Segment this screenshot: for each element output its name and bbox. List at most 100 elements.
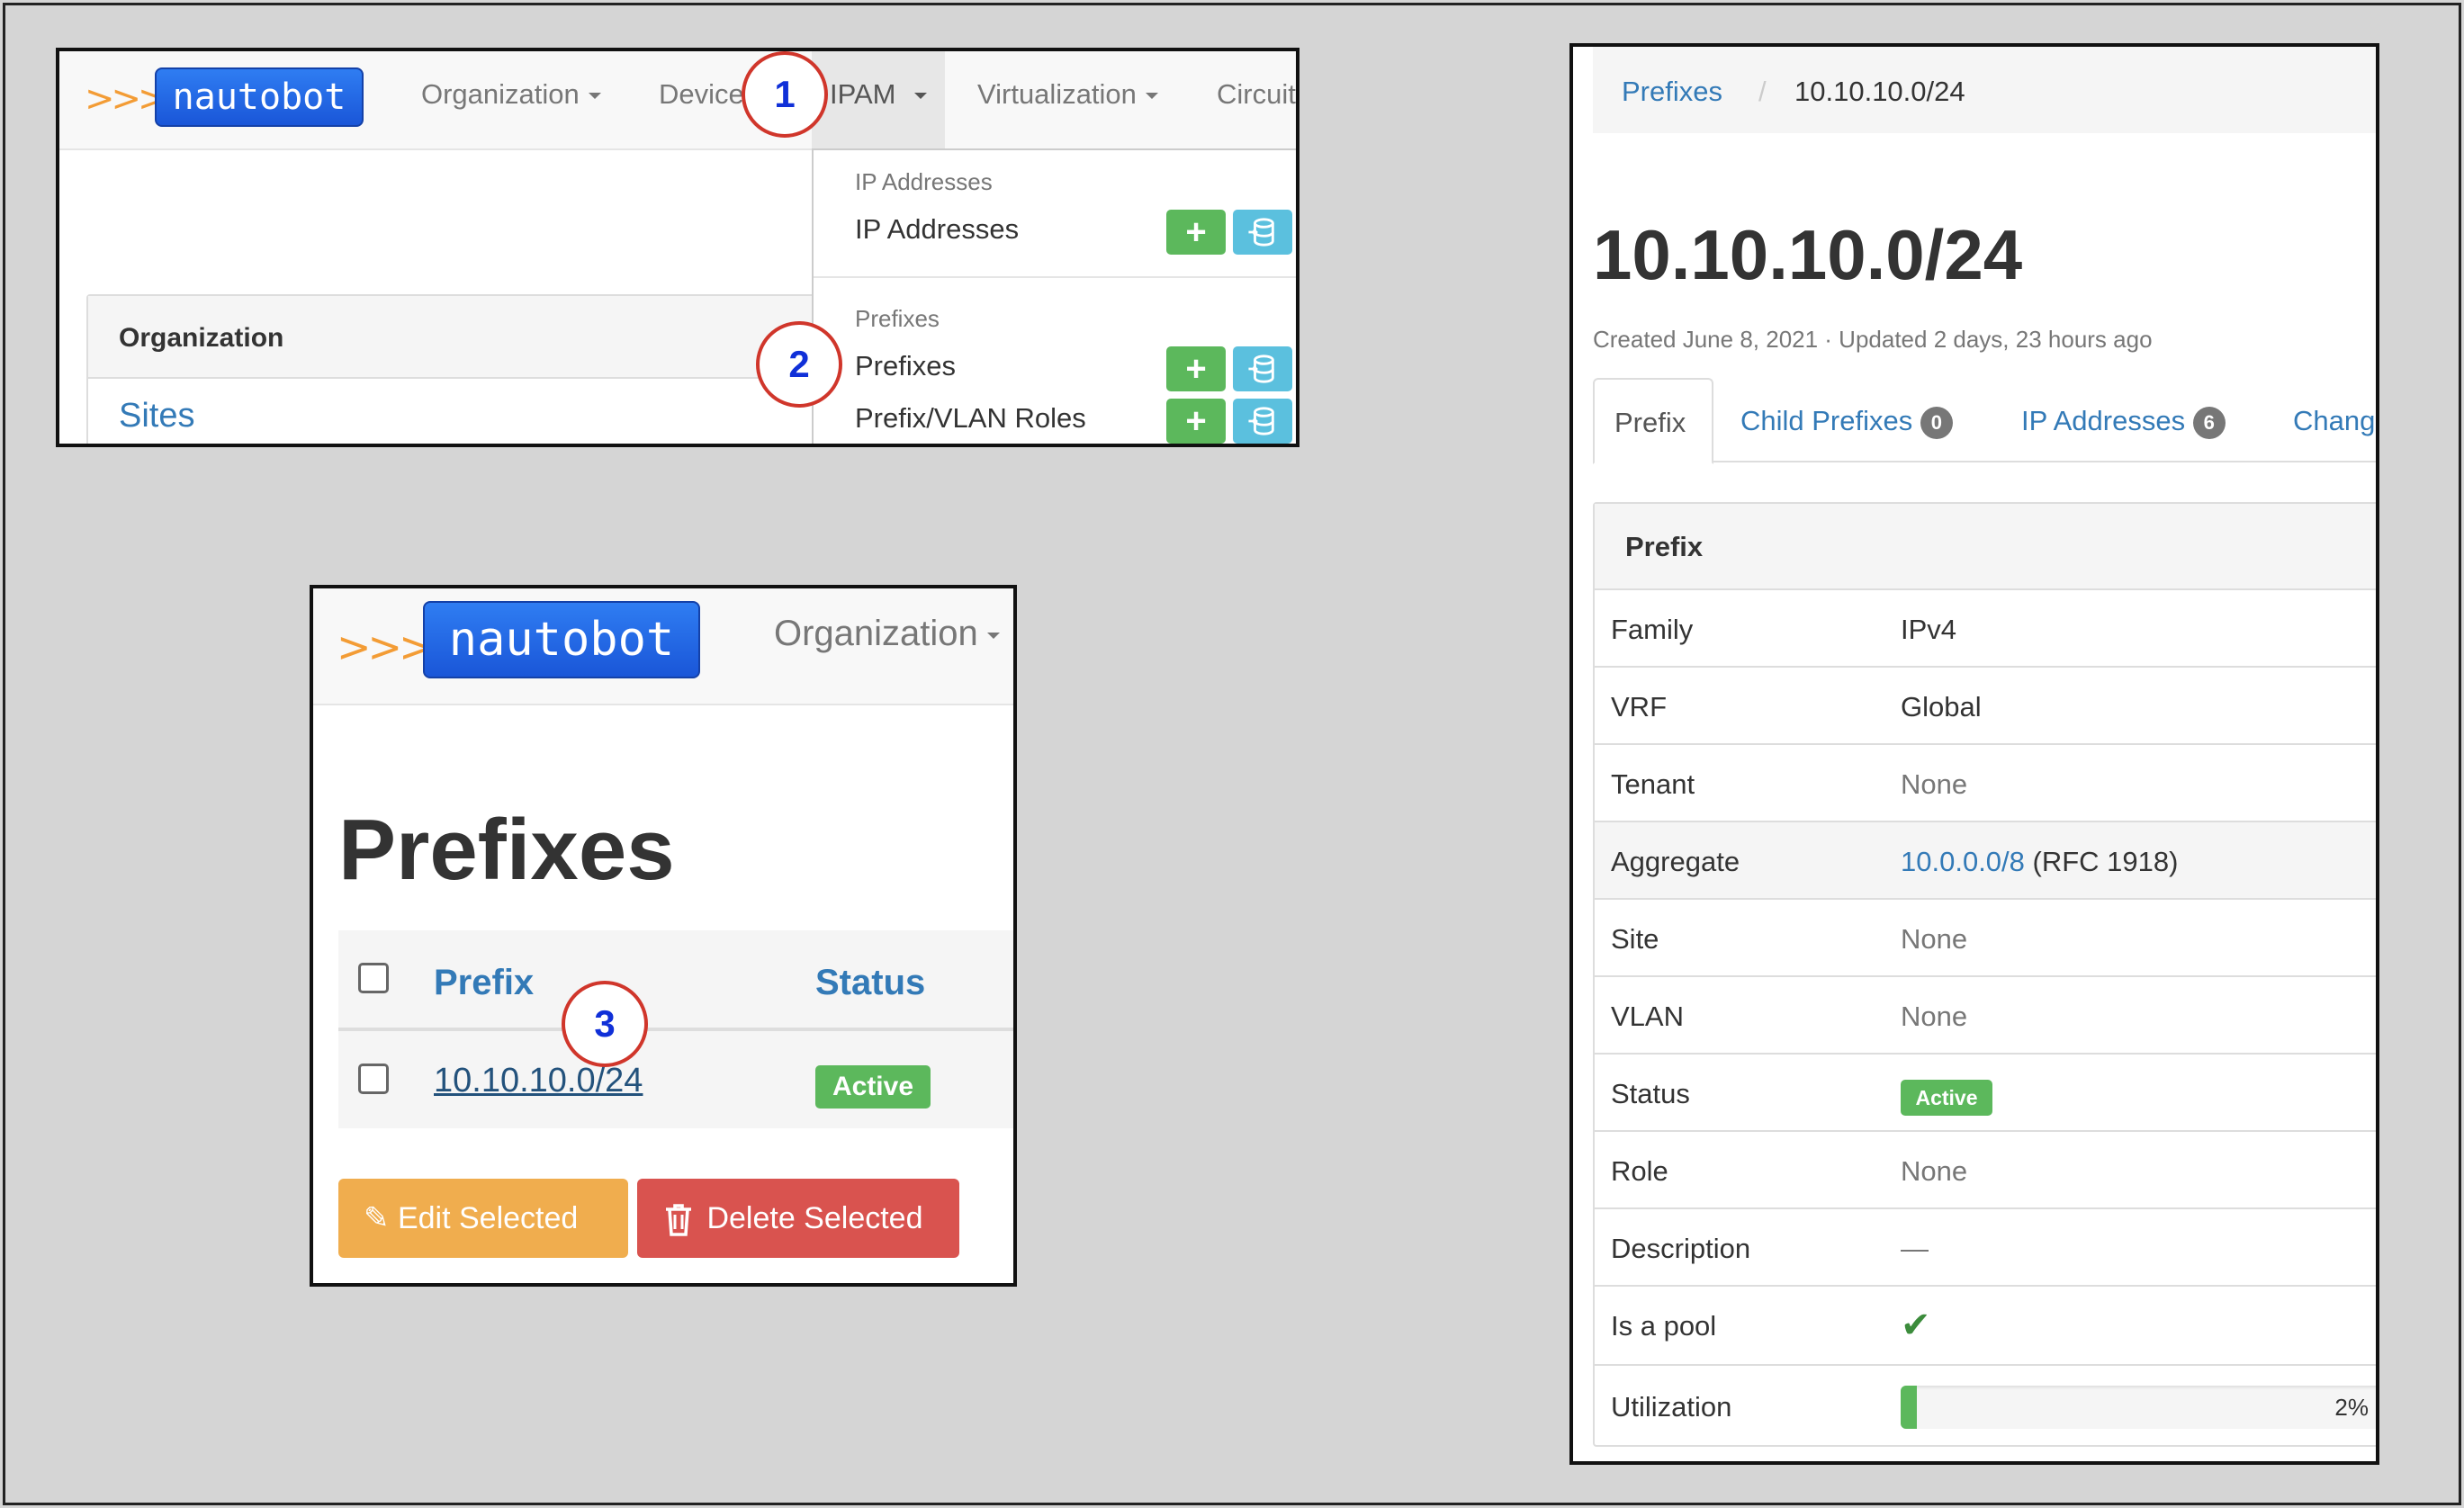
field-label: Site xyxy=(1611,923,1659,955)
import-prefix-button[interactable] xyxy=(1233,346,1292,391)
prefix-detail-card: Prefix Family IPv4 VRF Global Tenant Non… xyxy=(1593,502,2376,1447)
plus-icon: + xyxy=(1185,349,1207,389)
nautobot-logo[interactable]: nautobot xyxy=(423,601,700,678)
sites-link[interactable]: Sites xyxy=(119,397,194,435)
utilization-progress-bar: 2% xyxy=(1901,1386,2376,1429)
nautobot-logo[interactable]: nautobot xyxy=(155,67,364,127)
page-title: Prefixes xyxy=(338,802,675,898)
aggregate-description: (RFC 1918) xyxy=(2032,846,2179,877)
utilization-percent: 2% xyxy=(2334,1394,2369,1421)
field-label: Family xyxy=(1611,614,1694,645)
field-value: Global xyxy=(1901,691,1982,723)
prefix-link[interactable]: 10.10.10.0/24 xyxy=(434,1062,643,1100)
nav-devices-label: Device xyxy=(659,78,744,110)
edit-selected-button[interactable]: ✎ Edit Selected xyxy=(338,1179,628,1258)
add-role-button[interactable]: + xyxy=(1166,399,1226,444)
field-value: IPv4 xyxy=(1901,614,1957,645)
chevron-down-icon xyxy=(1145,93,1158,100)
menu-item-ip-addresses[interactable]: IP Addresses xyxy=(855,213,1019,246)
field-value: 10.0.0.0/8 (RFC 1918) xyxy=(1901,846,2178,878)
field-label: Utilization xyxy=(1611,1391,1732,1423)
page-title: 10.10.10.0/24 xyxy=(1593,215,2023,294)
trash-icon xyxy=(666,1204,691,1236)
checkmark-icon: ✔ xyxy=(1901,1305,1931,1346)
select-all-checkbox[interactable] xyxy=(358,963,389,993)
menu-item-prefixes[interactable]: Prefixes xyxy=(855,350,956,382)
tab-child-prefixes[interactable]: Child Prefixes 0 xyxy=(1740,405,1953,439)
tab-prefix-label: Prefix xyxy=(1614,407,1686,438)
row-checkbox[interactable] xyxy=(358,1064,389,1094)
tab-child-prefixes-label: Child Prefixes xyxy=(1740,405,1913,436)
add-ip-address-button[interactable]: + xyxy=(1166,210,1226,255)
import-role-button[interactable] xyxy=(1233,399,1292,444)
breadcrumb-prefixes[interactable]: Prefixes xyxy=(1622,76,1722,108)
field-label: VLAN xyxy=(1611,1001,1684,1032)
prefix-table: Prefix Status 10.10.10.0/24 Active xyxy=(338,930,1013,1128)
tab-ip-addresses-label: IP Addresses xyxy=(2021,405,2186,436)
field-label: Aggregate xyxy=(1611,846,1740,877)
menu-item-prefix-vlan-roles[interactable]: Prefix/VLAN Roles xyxy=(855,402,1086,435)
column-header-status[interactable]: Status xyxy=(815,963,925,1003)
tab-changelog[interactable]: Chang xyxy=(2293,405,2375,437)
tab-changelog-label: Chang xyxy=(2293,405,2376,436)
add-prefix-button[interactable]: + xyxy=(1166,346,1226,391)
tab-ip-addresses[interactable]: IP Addresses 6 xyxy=(2021,405,2226,439)
field-label: Description xyxy=(1611,1233,1751,1264)
nav-devices[interactable]: Device xyxy=(659,78,744,111)
row-family: Family IPv4 xyxy=(1595,588,2376,666)
edit-selected-label: Edit Selected xyxy=(397,1201,579,1235)
import-ip-address-button[interactable] xyxy=(1233,210,1292,255)
breadcrumb: Prefixes / 10.10.10.0/24 xyxy=(1593,47,2376,133)
field-label: Status xyxy=(1611,1078,1690,1109)
field-value: None xyxy=(1901,768,1968,800)
card-header: Prefix xyxy=(1595,504,2376,588)
row-vlan: VLAN None xyxy=(1595,975,2376,1053)
dropdown-header-ip-addresses: IP Addresses xyxy=(855,168,993,195)
logo-text: nautobot xyxy=(172,76,346,118)
field-value: None xyxy=(1901,1001,1968,1032)
row-aggregate: Aggregate 10.0.0.0/8 (RFC 1918) xyxy=(1595,821,2376,898)
database-import-icon xyxy=(1248,407,1274,435)
field-value: None xyxy=(1901,923,1968,955)
prefix-detail-panel: Prefixes / 10.10.10.0/24 10.10.10.0/24 C… xyxy=(1569,43,2379,1465)
logo-text: nautobot xyxy=(448,613,675,667)
utilization-progress-fill xyxy=(1901,1386,1917,1429)
row-vrf: VRF Global xyxy=(1595,666,2376,743)
row-status: Status Active xyxy=(1595,1053,2376,1130)
pencil-icon: ✎ xyxy=(364,1201,390,1235)
row-tenant: Tenant None xyxy=(1595,743,2376,821)
nav-ipam-active[interactable]: IPAM xyxy=(812,51,945,150)
column-header-prefix[interactable]: Prefix xyxy=(434,963,534,1003)
step-1-marker: 1 xyxy=(742,51,828,138)
nav-ipam-label: IPAM xyxy=(830,78,896,110)
row-is-a-pool: Is a pool ✔ xyxy=(1595,1285,2376,1364)
field-value: — xyxy=(1901,1233,1929,1264)
logo-arrows: >>> xyxy=(85,78,168,120)
organization-card: Organization Sites xyxy=(86,294,824,444)
chevron-down-icon xyxy=(914,93,927,99)
chevron-down-icon xyxy=(986,632,1000,639)
delete-selected-label: Delete Selected xyxy=(706,1201,923,1235)
plus-icon: + xyxy=(1185,212,1207,252)
field-value: None xyxy=(1901,1155,1968,1187)
organization-heading: Organization xyxy=(119,323,284,353)
ipam-menu-panel: >>> nautobot Organization Device IPAM Vi… xyxy=(56,48,1299,447)
nav-organization[interactable]: Organization xyxy=(421,78,601,111)
aggregate-link[interactable]: 10.0.0.0/8 xyxy=(1901,846,2025,877)
logo-arrows: >>> xyxy=(337,623,434,671)
nav-organization[interactable]: Organization xyxy=(774,614,1000,654)
dropdown-header-prefixes: Prefixes xyxy=(855,305,940,332)
created-updated-meta: Created June 8, 2021 · Updated 2 days, 2… xyxy=(1593,326,2153,353)
field-label: Is a pool xyxy=(1611,1310,1717,1342)
row-description: Description — xyxy=(1595,1207,2376,1285)
nav-virtualization-label: Virtualization xyxy=(977,78,1137,110)
delete-selected-button[interactable]: Delete Selected xyxy=(637,1179,959,1258)
status-badge: Active xyxy=(1901,1080,1992,1116)
nav-circuits[interactable]: Circuit xyxy=(1217,78,1296,111)
ip-addresses-count: 6 xyxy=(2192,406,2226,439)
field-label: VRF xyxy=(1611,691,1667,723)
step-2-marker: 2 xyxy=(756,321,842,408)
row-site: Site None xyxy=(1595,898,2376,975)
tab-prefix[interactable]: Prefix xyxy=(1593,378,1713,464)
nav-virtualization[interactable]: Virtualization xyxy=(977,78,1158,111)
